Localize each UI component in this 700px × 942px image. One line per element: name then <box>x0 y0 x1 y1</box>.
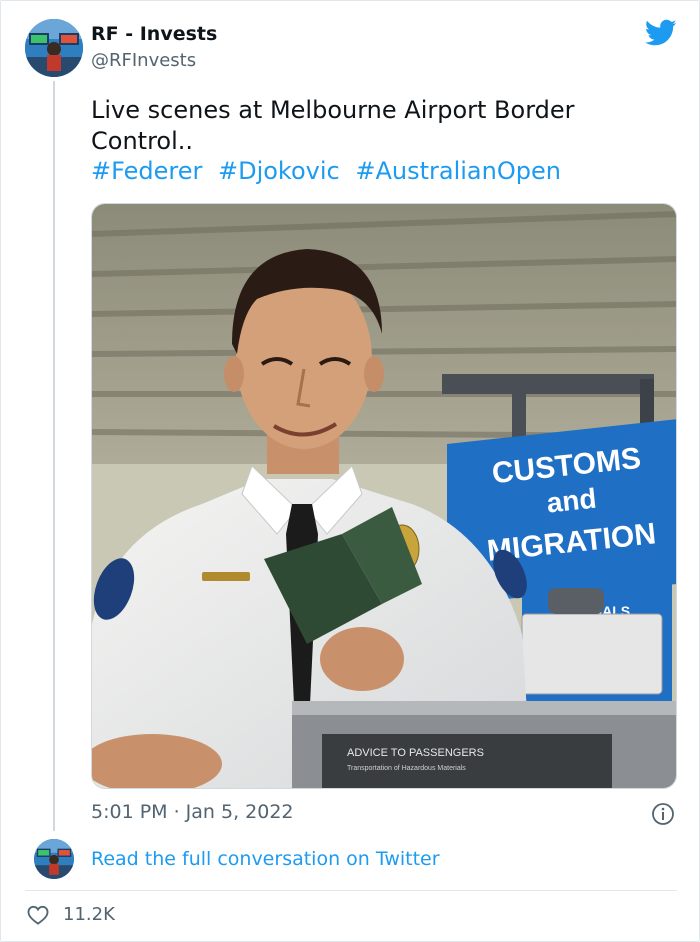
twitter-bird-icon[interactable] <box>645 19 677 47</box>
read-conversation-link[interactable]: Read the full conversation on Twitter <box>91 848 440 870</box>
hashtag-link[interactable]: #Federer <box>91 157 202 185</box>
hashtag-link[interactable]: #Djokovic <box>218 157 340 185</box>
like-count[interactable]: 11.2K <box>63 904 115 925</box>
tweet-card: RF - Invests @RFInvests Live scenes at M… <box>0 0 700 942</box>
tweet-timestamp[interactable]: 5:01 PM · Jan 5, 2022 <box>91 801 294 823</box>
tweet-text: Live scenes at Melbourne Airport Border … <box>91 96 575 155</box>
divider <box>25 890 677 891</box>
counter-label-2: Transportation of Hazardous Materials <box>347 765 466 772</box>
author-handle[interactable]: @RFInvests <box>91 50 196 71</box>
counter-label-1: ADVICE TO PASSENGERS <box>347 747 484 759</box>
reply-avatar[interactable] <box>34 839 74 879</box>
info-icon[interactable] <box>651 802 675 826</box>
sign-line-2: and <box>545 483 598 519</box>
thread-line <box>53 81 55 831</box>
heart-icon[interactable] <box>27 905 49 925</box>
hashtag-link[interactable]: #AustralianOpen <box>355 157 561 185</box>
hashtag-list: #Federer #Djokovic #AustralianOpen <box>91 156 569 187</box>
tweet-photo[interactable]: CUSTOMS and MIGRATION NALS ADVICE TO PAS… <box>91 203 677 789</box>
author-name[interactable]: RF - Invests <box>91 23 217 45</box>
author-avatar[interactable] <box>25 19 83 77</box>
